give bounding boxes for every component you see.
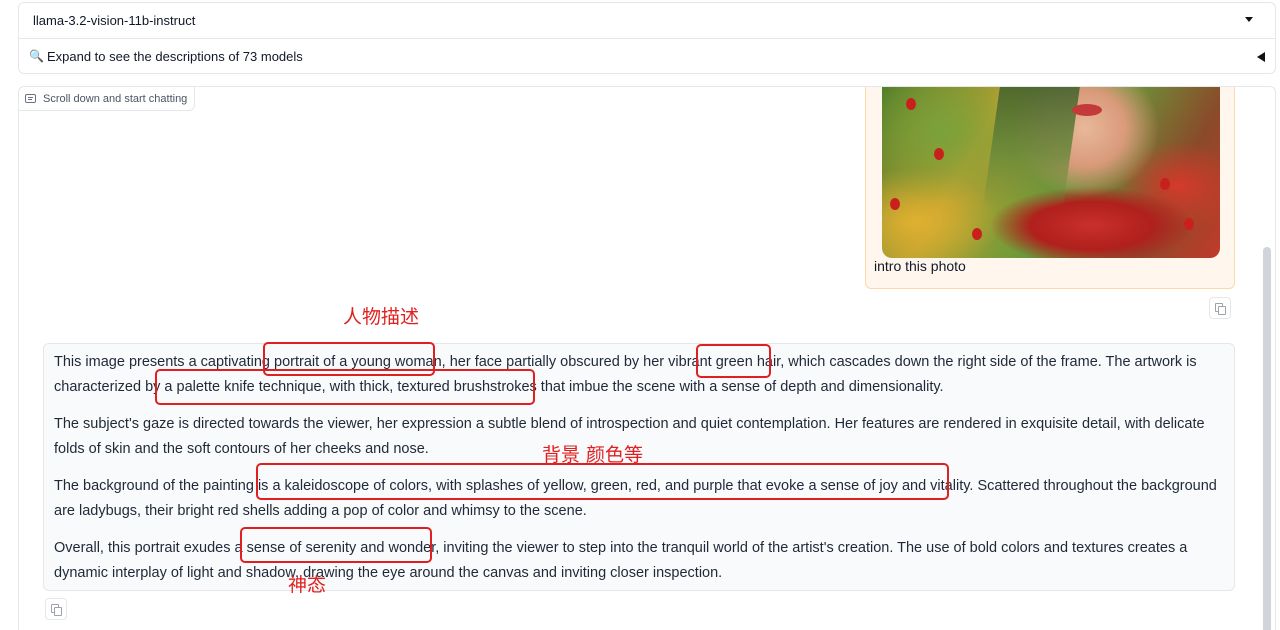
chat-scrollbar[interactable] [1263,247,1271,630]
chatbot-label-text: Scroll down and start chatting [43,92,188,105]
magnifier-icon: 🔍 [29,49,44,63]
annotation-person-label: 人物描述 [343,306,420,328]
copy-bot-message-button[interactable] [45,598,67,620]
ladybug [1184,218,1194,230]
ladybug [1160,178,1170,190]
annotation-mood-label: 神态 [288,574,327,596]
models-description-accordion[interactable]: 🔍 Expand to see the descriptions of 73 m… [18,38,1276,74]
caret-down-icon [1245,17,1253,22]
annotation-box-technique [155,369,535,405]
copy-icon-front [54,607,62,616]
annotation-box-serenity [240,527,432,563]
chatbot-label: Scroll down and start chatting [19,87,196,111]
ladybug [934,148,944,160]
uploaded-painting-image [882,87,1220,258]
hair-stroke [982,87,1082,208]
copy-user-message-button[interactable] [1209,297,1231,319]
chat-bubble-icon [25,94,36,103]
user-message: intro this photo [865,87,1235,289]
ladybug [906,98,916,110]
copy-icon-front [1218,306,1226,315]
accordion-label: Expand to see the descriptions of 73 mod… [46,48,303,64]
ladybug [890,198,900,210]
chatbot-panel[interactable]: Scroll down and start chatting intro thi… [18,86,1276,630]
annotation-box-green-hair [696,344,771,378]
model-dropdown[interactable]: llama-3.2-vision-11b-instruct [18,2,1276,38]
lips-stroke [1072,104,1102,116]
annotation-box-colors [256,463,949,500]
caret-left-icon [1257,52,1265,62]
model-dropdown-value: llama-3.2-vision-11b-instruct [33,13,196,28]
user-message-text: intro this photo [874,258,966,274]
ladybug [972,228,982,240]
bot-paragraph: Overall, this portrait exudes a sense of… [54,540,1188,581]
